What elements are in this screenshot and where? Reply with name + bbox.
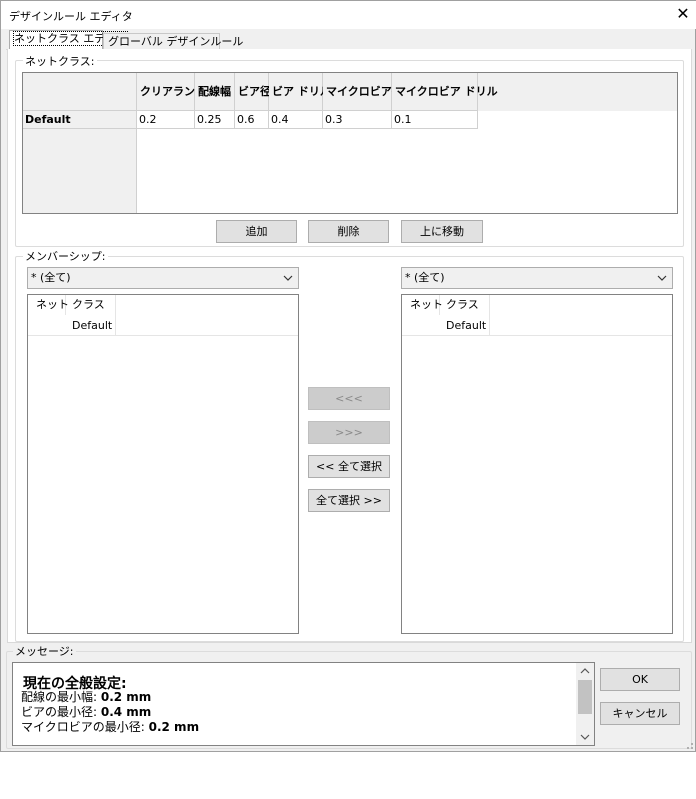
tab-global-design-rules[interactable]: グローバル デザインルール [103, 33, 243, 50]
grid-cell[interactable]: 0.4 [269, 111, 323, 129]
right-list-col-class[interactable]: クラス [440, 295, 490, 315]
grid-cell[interactable]: 0.2 [137, 111, 195, 129]
chevron-up-icon[interactable] [580, 666, 590, 676]
grid-cell[interactable]: 0.25 [195, 111, 235, 129]
right-net-list[interactable]: ネット クラス Default [401, 294, 673, 634]
message-line: ビアの最小径: 0.4 mm [21, 705, 152, 719]
list-item[interactable]: Default [446, 316, 486, 336]
grid-col-header[interactable]: クリアランス [137, 73, 206, 111]
grid-row-label[interactable]: Default [23, 111, 137, 129]
select-all-right-button[interactable]: 全て選択 >> [308, 489, 390, 512]
grid-cell[interactable]: 0.3 [323, 111, 392, 129]
close-icon: ✕ [676, 4, 690, 23]
message-line: マイクロビアの最小径: 0.2 mm [21, 720, 200, 734]
message-text-area[interactable]: 現在の全般設定: 配線の最小幅: 0.2 mm ビアの最小径: 0.4 mm マ… [12, 662, 595, 746]
add-netclass-button[interactable]: 追加 [216, 220, 297, 243]
message-scrollbar[interactable] [576, 663, 594, 745]
grid-cell[interactable]: 0.1 [392, 111, 478, 129]
left-net-list[interactable]: ネット クラス Default [27, 294, 299, 634]
window-title: デザインルール エディタ [9, 10, 133, 23]
ok-button[interactable]: OK [600, 668, 680, 691]
grid-col-header[interactable]: ビア径 [235, 73, 271, 111]
chevron-down-icon[interactable] [580, 732, 590, 742]
netclass-grid[interactable]: クリアランス 配線幅 ビア径 ビア ドリル マイクロビア径 マイクロビア ドリル… [22, 72, 678, 214]
right-filter-dropdown[interactable]: * (全て) [401, 267, 673, 289]
chevron-down-icon [283, 275, 293, 281]
list-item[interactable]: Default [72, 316, 112, 336]
grid-col-header[interactable]: マイクロビア ドリル [392, 73, 498, 111]
left-filter-value: * (全て) [31, 271, 71, 284]
grid-col-header[interactable]: ビア ドリル [269, 73, 331, 111]
messages-group-label: メッセージ: [13, 643, 76, 659]
right-filter-value: * (全て) [405, 271, 445, 284]
left-list-col-class[interactable]: クラス [66, 295, 116, 315]
tab-page-netclass-editor: ネットクラス: クリアランス 配線幅 ビア径 ビア ドリル マイクロビア径 マイ… [7, 49, 692, 643]
right-list-col-net[interactable]: ネット [402, 295, 443, 315]
left-list-col-net[interactable]: ネット [28, 295, 69, 315]
left-filter-dropdown[interactable]: * (全て) [27, 267, 299, 289]
move-left-button[interactable]: <<< [308, 387, 390, 410]
grid-col-header[interactable]: マイクロビア径 [323, 73, 403, 111]
close-button[interactable]: ✕ [673, 4, 693, 24]
move-right-button[interactable]: >>> [308, 421, 390, 444]
select-all-left-button[interactable]: << 全て選択 [308, 455, 390, 478]
delete-netclass-button[interactable]: 削除 [308, 220, 389, 243]
membership-group-label: メンバーシップ: [23, 248, 108, 264]
message-line: 配線の最小幅: 0.2 mm [21, 690, 152, 704]
tab-netclass-editor[interactable]: ネットクラス エディタ [9, 30, 128, 50]
netclass-group-label: ネットクラス: [23, 53, 97, 69]
grid-col-header[interactable]: 配線幅 [195, 73, 235, 111]
resize-grip-icon[interactable] [682, 738, 694, 750]
grid-cell[interactable]: 0.6 [235, 111, 269, 129]
cancel-button[interactable]: キャンセル [600, 702, 680, 725]
dialog-window: デザインルール エディタ ✕ ネットクラス エディタ グローバル デザインルール… [0, 0, 696, 752]
title-bar: デザインルール エディタ ✕ [1, 1, 696, 29]
move-up-button[interactable]: 上に移動 [401, 220, 483, 243]
grid-corner-cell [23, 73, 137, 111]
chevron-down-icon [657, 275, 667, 281]
scrollbar-thumb[interactable] [578, 680, 592, 714]
